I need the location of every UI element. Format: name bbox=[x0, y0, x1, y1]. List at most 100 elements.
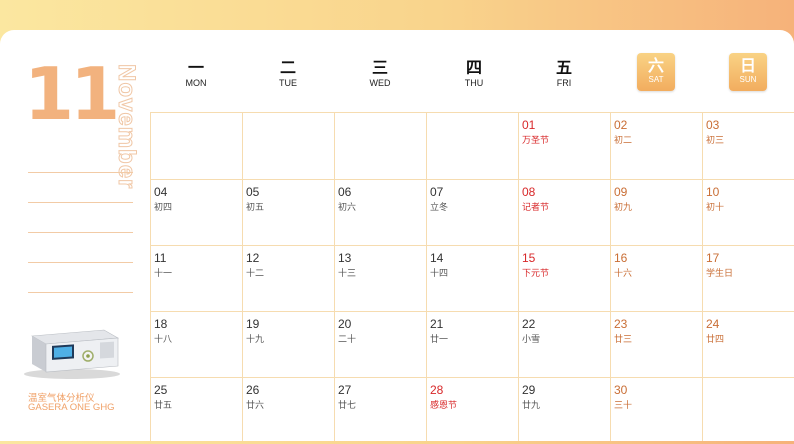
day-number: 20 bbox=[338, 317, 352, 331]
day-lunar-label: 十八 bbox=[154, 335, 173, 345]
day-lunar-label: 廿三 bbox=[614, 335, 633, 345]
day-lunar-label: 立冬 bbox=[430, 203, 449, 213]
weekday-cn: 五 bbox=[555, 58, 572, 77]
month-name: November bbox=[112, 63, 142, 189]
day-cell[interactable]: 29 廿九 bbox=[518, 378, 610, 444]
day-cell[interactable]: 20 二十 bbox=[334, 312, 426, 378]
day-lunar-label: 廿四 bbox=[706, 335, 725, 345]
day-lunar-label: 下元节 bbox=[522, 269, 550, 279]
day-cell[interactable]: 21 廿一 bbox=[426, 312, 518, 378]
day-cell[interactable]: 25 廿五 bbox=[150, 378, 242, 444]
weekday-header-thu: 四 THU bbox=[428, 58, 520, 88]
month-number: 11 bbox=[24, 52, 120, 136]
day-cell[interactable]: 01 万圣节 bbox=[518, 113, 610, 179]
day-number: 23 bbox=[614, 317, 628, 331]
day-cell[interactable]: 16 十六 bbox=[610, 246, 702, 312]
day-cell[interactable]: 26 廿六 bbox=[242, 378, 334, 444]
day-cell[interactable]: 18 十八 bbox=[150, 312, 242, 378]
day-lunar-label: 初六 bbox=[338, 203, 357, 213]
day-lunar-label: 二十 bbox=[338, 335, 357, 345]
day-cell[interactable]: 30 三十 bbox=[610, 378, 702, 444]
day-number: 07 bbox=[430, 185, 444, 199]
day-lunar-label: 初二 bbox=[614, 136, 633, 146]
day-cell[interactable]: 27 廿七 bbox=[334, 378, 426, 444]
day-cell[interactable]: 02 初二 bbox=[610, 113, 702, 179]
weekday-cn: 一 bbox=[187, 58, 204, 77]
day-cell[interactable]: 14 十四 bbox=[426, 246, 518, 312]
day-cell[interactable]: 06 初六 bbox=[334, 180, 426, 246]
weekday-cn: 日 bbox=[739, 56, 756, 75]
empty-cell bbox=[702, 378, 794, 444]
day-lunar-label: 初四 bbox=[154, 203, 173, 213]
weekday-en: SUN bbox=[739, 75, 757, 84]
note-line bbox=[28, 292, 133, 293]
day-cell[interactable]: 15 下元节 bbox=[518, 246, 610, 312]
product-name-en: GASERA ONE GHG bbox=[28, 402, 115, 413]
day-cell[interactable]: 17 学生日 bbox=[702, 246, 794, 312]
day-number: 01 bbox=[522, 118, 536, 132]
day-lunar-label: 廿一 bbox=[430, 335, 449, 345]
day-number: 10 bbox=[706, 185, 720, 199]
calendar-grid: 01 万圣节 02 初二 03 初三 04 初四 05 初五 06 初六 07 立冬 08 记者节 09 初九 10… bbox=[150, 112, 794, 441]
empty-cell bbox=[242, 113, 334, 179]
day-lunar-label: 十六 bbox=[614, 269, 633, 279]
day-number: 11 bbox=[154, 251, 167, 265]
day-cell[interactable]: 19 十九 bbox=[242, 312, 334, 378]
day-number: 06 bbox=[338, 185, 352, 199]
day-cell[interactable]: 07 立冬 bbox=[426, 180, 518, 246]
day-lunar-label: 初十 bbox=[706, 203, 725, 213]
weekday-cn: 二 bbox=[279, 58, 296, 77]
day-number: 12 bbox=[246, 251, 260, 265]
day-cell[interactable]: 10 初十 bbox=[702, 180, 794, 246]
day-number: 09 bbox=[614, 185, 628, 199]
day-lunar-label: 初九 bbox=[614, 203, 633, 213]
weekday-en: WED bbox=[369, 78, 391, 88]
day-number: 14 bbox=[430, 251, 444, 265]
day-cell[interactable]: 11 十一 bbox=[150, 246, 242, 312]
day-lunar-label: 廿六 bbox=[246, 401, 265, 411]
weekday-header-tue: 二 TUE bbox=[242, 58, 334, 88]
weekday-en: THU bbox=[464, 78, 484, 88]
note-line bbox=[28, 262, 133, 263]
note-line bbox=[28, 172, 133, 173]
day-number: 28 bbox=[430, 383, 444, 397]
day-lunar-label: 万圣节 bbox=[522, 136, 550, 146]
day-cell[interactable]: 22 小雪 bbox=[518, 312, 610, 378]
day-number: 25 bbox=[154, 383, 168, 397]
day-cell[interactable]: 03 初三 bbox=[702, 113, 794, 179]
note-line bbox=[28, 202, 133, 203]
day-cell[interactable]: 08 记者节 bbox=[518, 180, 610, 246]
day-cell[interactable]: 04 初四 bbox=[150, 180, 242, 246]
day-cell[interactable]: 28 感恩节 bbox=[426, 378, 518, 444]
day-lunar-label: 廿七 bbox=[338, 401, 357, 411]
day-number: 03 bbox=[706, 118, 720, 132]
day-lunar-label: 十四 bbox=[430, 269, 449, 279]
day-number: 02 bbox=[614, 118, 628, 132]
day-number: 13 bbox=[338, 251, 352, 265]
day-cell[interactable]: 13 十三 bbox=[334, 246, 426, 312]
day-cell[interactable]: 09 初九 bbox=[610, 180, 702, 246]
weekday-header-wed: 三 WED bbox=[334, 58, 426, 88]
day-number: 26 bbox=[246, 383, 260, 397]
day-lunar-label: 记者节 bbox=[522, 203, 550, 213]
day-lunar-label: 初五 bbox=[246, 203, 265, 213]
weekday-header-sun: 日 SUN bbox=[702, 53, 794, 91]
day-number: 15 bbox=[522, 251, 536, 265]
day-number: 04 bbox=[154, 185, 168, 199]
day-number: 08 bbox=[522, 185, 536, 199]
day-number: 18 bbox=[154, 317, 168, 331]
weekday-en: SAT bbox=[648, 75, 664, 84]
day-number: 27 bbox=[338, 383, 352, 397]
weekday-cn: 四 bbox=[465, 58, 482, 77]
weekend-badge: 六 SAT bbox=[637, 53, 675, 91]
day-cell[interactable]: 24 廿四 bbox=[702, 312, 794, 378]
day-cell[interactable]: 12 十二 bbox=[242, 246, 334, 312]
day-number: 16 bbox=[614, 251, 628, 265]
weekday-en: TUE bbox=[279, 78, 297, 88]
day-cell[interactable]: 05 初五 bbox=[242, 180, 334, 246]
day-number: 24 bbox=[706, 317, 720, 331]
note-line bbox=[28, 232, 133, 233]
day-number: 05 bbox=[246, 185, 260, 199]
day-cell[interactable]: 23 廿三 bbox=[610, 312, 702, 378]
weekday-en: FRI bbox=[556, 78, 572, 88]
